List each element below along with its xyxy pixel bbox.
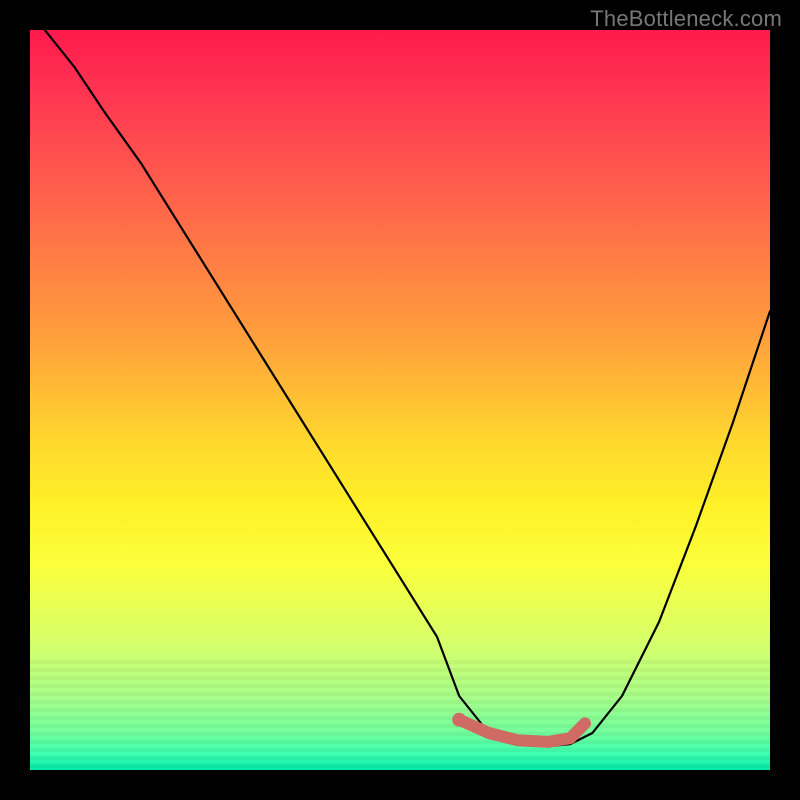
chart-svg bbox=[30, 30, 770, 770]
chart-container: TheBottleneck.com bbox=[0, 0, 800, 800]
watermark-text: TheBottleneck.com bbox=[590, 6, 782, 32]
bottleneck-curve bbox=[45, 30, 770, 746]
optimal-start-dot bbox=[452, 713, 466, 727]
optimal-range-marker bbox=[459, 720, 585, 742]
plot-area bbox=[30, 30, 770, 770]
gradient-bands bbox=[30, 660, 770, 770]
